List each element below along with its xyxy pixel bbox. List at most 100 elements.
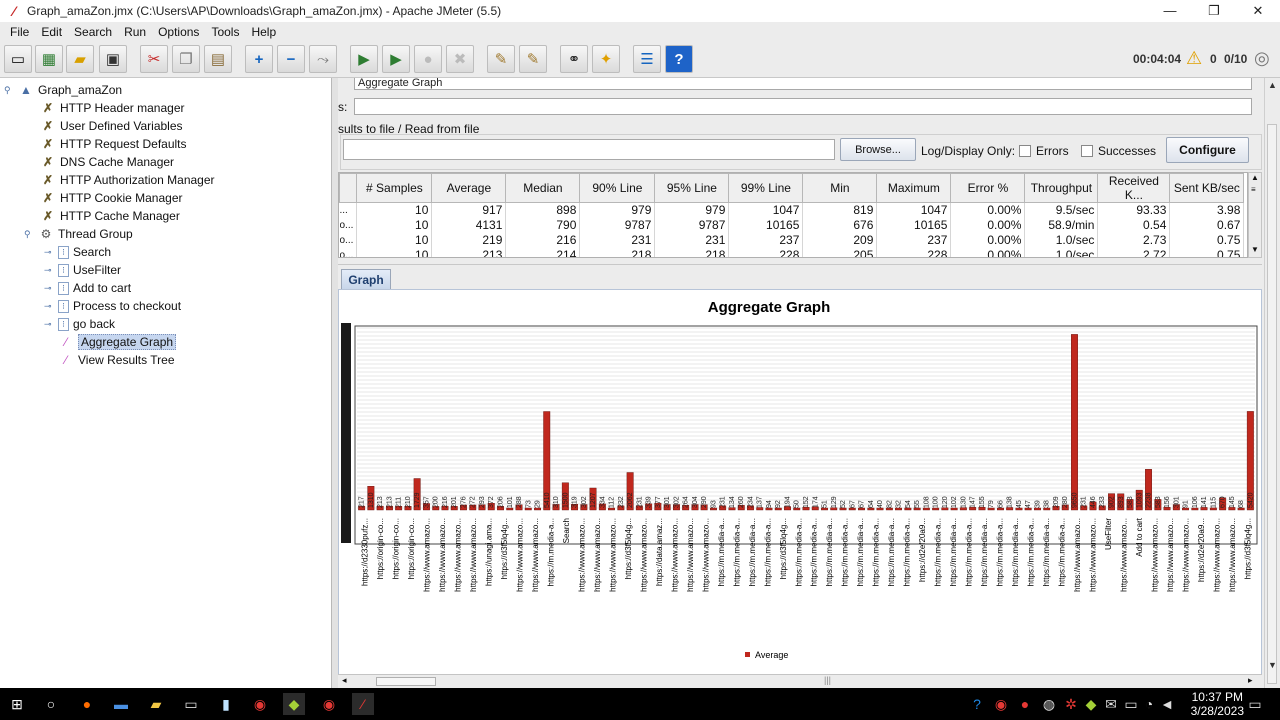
expand-toggle-icon[interactable]: ⊸ [44, 301, 54, 312]
copy-icon[interactable]: ❐ [172, 45, 200, 73]
scroll-up-icon[interactable]: ▲ [1251, 173, 1259, 182]
comments-field[interactable] [354, 98, 1252, 115]
file-explorer-icon[interactable]: ▰ [145, 693, 167, 715]
horizontal-scrollbar[interactable]: ◂ ||| ▸ [338, 674, 1262, 688]
app-icon[interactable]: ◍ [1038, 693, 1060, 715]
scroll-right-icon[interactable]: ▸ [1248, 675, 1253, 686]
menu-help[interactable]: Help [245, 25, 282, 39]
table-header[interactable] [339, 173, 358, 203]
clock[interactable]: 10:37 PM 3/28/2023 [1191, 690, 1244, 718]
minimize-button[interactable]: — [1148, 0, 1192, 22]
tree-item-http-request-defaults[interactable]: ✗ HTTP Request Defaults [40, 135, 187, 153]
scroll-down-icon[interactable]: ▼ [1251, 245, 1259, 254]
terminal-icon[interactable]: ▭ [180, 693, 202, 715]
tree-item-view-results-tree[interactable]: ⁄ View Results Tree [58, 351, 175, 369]
volume-icon[interactable]: ◄ [1156, 693, 1178, 715]
chrome-icon[interactable]: ◉ [990, 693, 1012, 715]
app-icon[interactable]: ◆ [283, 693, 305, 715]
stop-icon[interactable]: ● [414, 45, 442, 73]
new-icon[interactable]: ▭ [4, 45, 32, 73]
app-icon[interactable]: ✲ [1060, 693, 1082, 715]
scroll-down-icon[interactable]: ▼ [1268, 660, 1277, 670]
tree-item-usefilter[interactable]: ⊸ ⁝ UseFilter [44, 261, 121, 279]
tree-item-aggregate-graph[interactable]: ⁄ Aggregate Graph [58, 333, 177, 351]
shutdown-icon[interactable]: ✖ [446, 45, 474, 73]
table-header[interactable]: Min [802, 173, 878, 203]
tree-item-user-defined-variables[interactable]: ✗ User Defined Variables [40, 117, 183, 135]
table-row[interactable]: o... 10 219 216 231 231 237 209 237 0.00% 1.0/sec 2… [339, 232, 1245, 248]
tree-item-http-cookie-manager[interactable]: ✗ HTTP Cookie Manager [40, 189, 183, 207]
menu-search[interactable]: Search [68, 25, 118, 39]
help-icon[interactable]: ? [665, 45, 693, 73]
scroll-thumb[interactable] [1267, 124, 1277, 684]
table-header[interactable]: Average [431, 173, 507, 203]
expand-toggle-icon[interactable]: ⊸ [44, 283, 54, 294]
chrome-icon[interactable]: ◉ [318, 693, 340, 715]
paste-icon[interactable]: ▤ [204, 45, 232, 73]
tree-root[interactable]: ⚲ ▲ Graph_amaZon [4, 81, 122, 99]
menu-tools[interactable]: Tools [205, 25, 245, 39]
expand-icon[interactable]: + [245, 45, 273, 73]
table-header[interactable]: Median [505, 173, 581, 203]
table-header[interactable]: Received K... [1097, 173, 1171, 203]
table-scrollbar[interactable]: ▲ ≡ ▼ [1248, 172, 1262, 258]
clear-all-icon[interactable]: ✎ [519, 45, 547, 73]
chrome-icon[interactable]: ◉ [249, 693, 271, 715]
filename-field[interactable] [343, 139, 835, 160]
start-no-pause-icon[interactable]: ▶ [382, 45, 410, 73]
search-icon[interactable]: ○ [40, 693, 62, 715]
table-header[interactable]: 90% Line [579, 173, 656, 203]
expand-toggle-icon[interactable]: ⚲ [4, 85, 14, 96]
table-header[interactable]: Throughput [1024, 173, 1099, 203]
table-header[interactable]: # Samples [356, 173, 433, 203]
tree-item-go-back[interactable]: ⊸ ⁝ go back [44, 315, 115, 333]
table-header[interactable]: Sent KB/sec [1169, 173, 1245, 203]
menu-file[interactable]: File [4, 25, 35, 39]
notifications-icon[interactable]: ▭ [1244, 693, 1266, 715]
errors-checkbox[interactable]: Errors [1019, 144, 1069, 158]
name-field[interactable]: Aggregate Graph [354, 78, 1252, 90]
menu-edit[interactable]: Edit [35, 25, 68, 39]
scroll-up-icon[interactable]: ▲ [1268, 80, 1277, 90]
menu-options[interactable]: Options [152, 25, 205, 39]
table-row[interactable]: o... 10 4131 790 9787 9787 10165 676 10165 0.00% 5… [339, 217, 1245, 233]
scroll-thumb[interactable] [376, 677, 436, 686]
save-icon[interactable]: ▣ [99, 45, 127, 73]
configure-button[interactable]: Configure [1166, 137, 1249, 163]
start-icon[interactable]: ▶ [350, 45, 378, 73]
tree-item-http-cache-manager[interactable]: ✗ HTTP Cache Manager [40, 207, 180, 225]
expand-toggle-icon[interactable]: ⊸ [44, 247, 54, 258]
scroll-thumb[interactable]: ≡ [1251, 185, 1256, 194]
scroll-left-icon[interactable]: ◂ [342, 675, 347, 686]
search-icon[interactable]: ⚭ [560, 45, 588, 73]
tree-item-thread-group[interactable]: ⚲ ⚙ Thread Group [24, 225, 133, 243]
help-icon[interactable]: ? [966, 693, 988, 715]
table-header[interactable]: Maximum [876, 173, 952, 203]
tree-item-process-to-checkout[interactable]: ⊸ ⁝ Process to checkout [44, 297, 181, 315]
warning-icon[interactable]: ⚠ [1186, 48, 1202, 69]
menu-run[interactable]: Run [118, 25, 152, 39]
cut-icon[interactable]: ✂ [140, 45, 168, 73]
table-row[interactable]: o... 10 213 214 218 218 228 205 228 0.00% 1.0/sec 2… [339, 247, 1245, 257]
reset-search-icon[interactable]: ✦ [592, 45, 620, 73]
browse-button[interactable]: Browse... [840, 138, 916, 161]
maximize-button[interactable]: ❐ [1192, 0, 1236, 22]
successes-checkbox[interactable]: Successes [1081, 144, 1156, 158]
network-icon[interactable]: ✉ [1100, 693, 1122, 715]
table-row[interactable]: ... 10 917 898 979 979 1047 819 1047 0.00% 9.5/sec… [339, 202, 1245, 218]
app-icon[interactable]: ▮ [215, 693, 237, 715]
table-header[interactable]: 99% Line [728, 173, 804, 203]
expand-toggle-icon[interactable]: ⊸ [44, 265, 54, 276]
tree-item-dns-cache-manager[interactable]: ✗ DNS Cache Manager [40, 153, 174, 171]
app-firefox-icon[interactable]: ● [76, 693, 98, 715]
expand-toggle-icon[interactable]: ⊸ [44, 319, 54, 330]
windows-start-icon[interactable]: ⊞ [6, 693, 28, 715]
clear-icon[interactable]: ✎ [487, 45, 515, 73]
tree-item-http-header-manager[interactable]: ✗ HTTP Header manager [40, 99, 185, 117]
close-button[interactable]: ✕ [1236, 0, 1280, 22]
toggle-icon[interactable]: ⤳ [309, 45, 337, 73]
tree-item-http-authorization-manager[interactable]: ✗ HTTP Authorization Manager [40, 171, 215, 189]
tree-item-add-to-cart[interactable]: ⊸ ⁝ Add to cart [44, 279, 131, 297]
tab-graph[interactable]: Graph [341, 269, 391, 289]
record-icon[interactable]: ● [1014, 693, 1036, 715]
